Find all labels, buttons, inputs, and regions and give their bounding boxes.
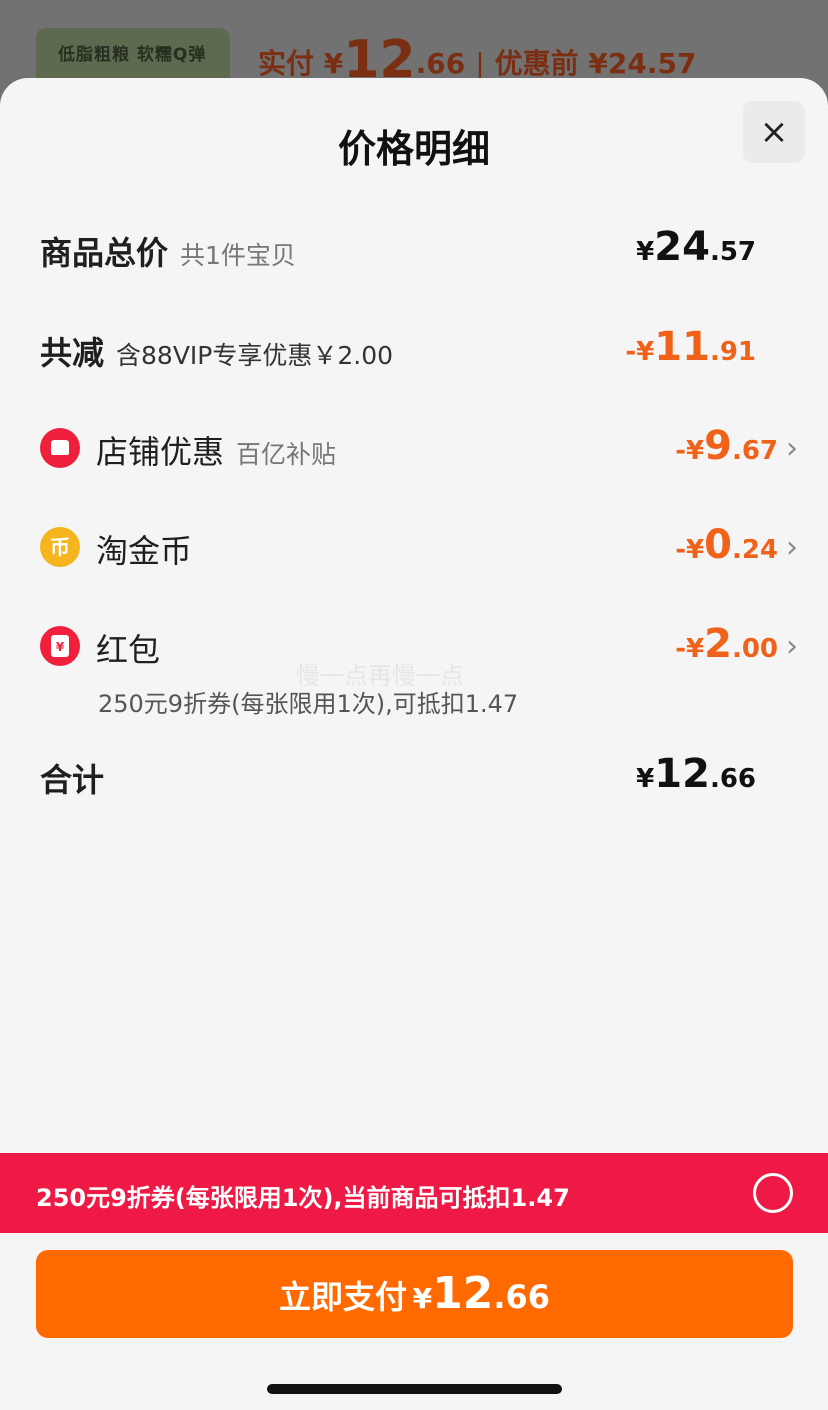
shop-amount: -¥9.67 bbox=[675, 423, 778, 469]
hongbao-amount: -¥2.00 bbox=[675, 621, 778, 667]
shop-icon bbox=[40, 428, 80, 468]
coins-label: 淘金币 bbox=[96, 532, 193, 570]
shop-label: 店铺优惠 bbox=[96, 433, 225, 471]
total-label: 商品总价 bbox=[40, 234, 169, 272]
currency-symbol: ¥ bbox=[636, 764, 655, 794]
row-sum: 合计 ¥12.66 bbox=[40, 745, 790, 805]
price-separator: | bbox=[475, 47, 485, 80]
pay-amount-int: 12 bbox=[432, 1268, 494, 1319]
amount-dec: .67 bbox=[731, 436, 778, 466]
close-icon: × bbox=[759, 112, 789, 152]
reduction-label: 共减 bbox=[40, 334, 105, 372]
row-taojinbi[interactable]: 币 淘金币 -¥0.24 › bbox=[40, 516, 798, 576]
currency-symbol: -¥ bbox=[675, 634, 705, 664]
hongbao-label: 红包 bbox=[96, 631, 161, 669]
total-amount: ¥24.57 bbox=[636, 224, 756, 270]
paid-label: 实付 ¥ bbox=[258, 47, 344, 80]
amount-int: 12 bbox=[654, 751, 710, 797]
home-indicator[interactable] bbox=[267, 1384, 562, 1394]
coupon-text: 250元9折券(每张限用1次),当前商品可抵扣1.47 bbox=[36, 1184, 570, 1212]
sum-amount: ¥12.66 bbox=[636, 751, 756, 797]
chevron-right-icon: › bbox=[786, 431, 798, 466]
row-total-price: 商品总价 共1件宝贝 ¥24.57 bbox=[40, 218, 790, 278]
total-sub: 共1件宝贝 bbox=[180, 241, 296, 270]
red-packet-glyph: ¥ bbox=[51, 635, 69, 657]
sum-label: 合计 bbox=[40, 761, 105, 799]
currency-symbol: -¥ bbox=[675, 436, 705, 466]
price-detail-sheet: 价格明细 × 商品总价 共1件宝贝 ¥24.57 共减 含88VIP专享优惠￥2.0… bbox=[0, 78, 828, 1410]
currency-symbol: -¥ bbox=[675, 535, 705, 565]
before-discount: 优惠前 ¥24.57 bbox=[494, 47, 697, 80]
pay-label: 立即支付 bbox=[279, 1278, 408, 1316]
sheet-title: 价格明细 bbox=[337, 127, 490, 171]
shop-sub: 百亿补贴 bbox=[236, 440, 337, 469]
currency-symbol: ¥ bbox=[412, 1282, 433, 1315]
coin-icon: 币 bbox=[40, 527, 80, 567]
amount-int: 24 bbox=[654, 224, 710, 270]
coins-amount: -¥0.24 bbox=[675, 522, 778, 568]
pay-amount-dec: .66 bbox=[493, 1278, 550, 1316]
pay-now-button[interactable]: 立即支付 ¥12.66 bbox=[36, 1250, 793, 1338]
watermark: 慢一点再慢一点 bbox=[296, 662, 464, 690]
coupon-bar[interactable]: 250元9折券(每张限用1次),当前商品可抵扣1.47 bbox=[0, 1153, 828, 1233]
amount-dec: .57 bbox=[709, 237, 756, 267]
reduction-amount: -¥11.91 bbox=[625, 324, 756, 370]
chevron-right-icon: › bbox=[786, 530, 798, 565]
amount-int: 9 bbox=[704, 423, 732, 469]
paid-dec: .66 bbox=[415, 47, 466, 80]
currency-symbol: -¥ bbox=[625, 337, 655, 367]
amount-dec: .00 bbox=[731, 634, 778, 664]
coupon-radio[interactable] bbox=[753, 1173, 793, 1213]
row-shop-discount[interactable]: 店铺优惠 百亿补贴 -¥9.67 › bbox=[40, 417, 798, 477]
currency-symbol: ¥ bbox=[636, 237, 655, 267]
chevron-right-icon: › bbox=[786, 629, 798, 664]
row-total-reduction: 共减 含88VIP专享优惠￥2.00 -¥11.91 bbox=[40, 318, 790, 378]
reduction-sub: 含88VIP专享优惠￥2.00 bbox=[116, 341, 394, 370]
red-packet-icon: ¥ bbox=[40, 626, 80, 666]
close-button[interactable]: × bbox=[743, 101, 805, 163]
amount-int: 11 bbox=[654, 324, 710, 370]
amount-dec: .91 bbox=[709, 337, 756, 367]
amount-int: 2 bbox=[704, 621, 732, 667]
amount-int: 0 bbox=[704, 522, 732, 568]
amount-dec: .24 bbox=[731, 535, 778, 565]
amount-dec: .66 bbox=[709, 764, 756, 794]
